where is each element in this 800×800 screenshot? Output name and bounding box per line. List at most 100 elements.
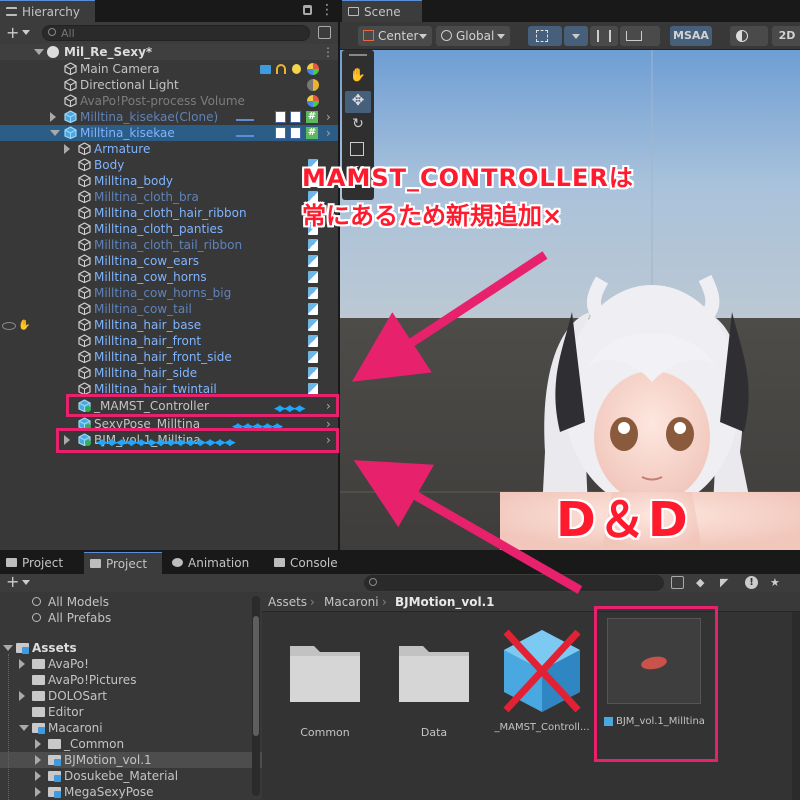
breadcrumb-separator: › — [310, 595, 315, 609]
scene-view[interactable]: ✋ ✥ ↻ — [340, 22, 800, 550]
hierarchy-row-label: Milltina_cloth_hair_ribbon — [94, 206, 247, 220]
drag-handle-icon[interactable] — [349, 54, 367, 56]
folder-icon — [32, 675, 45, 685]
hierarchy-row[interactable]: Milltina_cow_ears — [0, 253, 338, 269]
project-tree-row[interactable]: MegaSexyPose — [0, 784, 262, 800]
rotate-tool-icon[interactable]: ↻ — [348, 116, 368, 136]
search-filter-icon[interactable] — [318, 26, 331, 39]
project-tree-row[interactable]: Assets — [0, 640, 262, 656]
scale-tool-icon[interactable] — [350, 142, 364, 156]
ruler-dropdown[interactable] — [620, 26, 660, 46]
label-tag-icon[interactable]: ◤ — [720, 576, 728, 589]
fold-open-icon[interactable] — [19, 725, 29, 731]
hierarchy-row[interactable]: Milltina_cloth_panties — [0, 221, 338, 237]
fold-arrow-icon[interactable] — [34, 49, 44, 55]
project-tree-row[interactable]: All Prefabs — [0, 610, 262, 626]
hierarchy-row[interactable]: Milltina_hair_base — [0, 317, 338, 333]
project-tree-row[interactable]: _Common — [0, 736, 262, 752]
add-plus-icon[interactable]: + — [6, 23, 19, 42]
chevron-down-icon[interactable] — [22, 580, 30, 585]
tab-hierarchy[interactable]: Hierarchy — [0, 0, 95, 22]
filter-type-icon[interactable]: ◆ — [696, 576, 704, 589]
add-plus-icon[interactable]: + — [6, 572, 19, 591]
fold-open-icon[interactable] — [50, 130, 60, 136]
hierarchy-row[interactable]: Milltina_hair_front_side — [0, 349, 338, 365]
warning-icon[interactable]: ! — [745, 576, 758, 589]
project-tree-row[interactable]: DOLOSart — [0, 688, 262, 704]
folder-icon — [16, 643, 29, 654]
pick-hand-icon[interactable]: ✋ — [18, 320, 30, 332]
hand-tool-icon[interactable]: ✋ — [348, 68, 368, 88]
fold-closed-icon[interactable] — [19, 659, 25, 669]
hierarchy-row[interactable]: Main Camera — [0, 61, 338, 77]
mode-2d-button[interactable]: 2D — [772, 26, 800, 46]
hierarchy-row[interactable]: Milltina_cloth_hair_ribbon — [0, 205, 338, 221]
hierarchy-row[interactable]: Milltina_cloth_tail_ribbon — [0, 237, 338, 253]
project-tree-row[interactable]: Macaroni — [0, 720, 262, 736]
tab-console[interactable]: Console — [268, 552, 358, 574]
fold-open-icon[interactable] — [3, 645, 13, 651]
project-tree-row[interactable]: AvaPo! — [0, 656, 262, 672]
fold-closed-icon[interactable] — [35, 739, 41, 749]
project-search[interactable] — [364, 575, 664, 591]
kebab-menu-icon[interactable]: ⋮ — [322, 44, 334, 60]
tree-scrollbar[interactable] — [252, 596, 260, 796]
increment-snap-button[interactable] — [590, 26, 618, 46]
hierarchy-search[interactable] — [42, 25, 310, 41]
tab-project-2[interactable]: Project — [84, 552, 162, 574]
project-tree-row[interactable]: Dosukebe_Material — [0, 768, 262, 784]
fold-closed-icon[interactable] — [50, 112, 56, 122]
pivot-dropdown[interactable]: Center — [358, 26, 432, 46]
visibility-eye-icon[interactable] — [2, 322, 16, 330]
fold-closed-icon[interactable] — [35, 771, 41, 781]
hierarchy-row[interactable]: Milltina_body — [0, 173, 338, 189]
kebab-menu-icon[interactable]: ⋮ — [320, 2, 334, 18]
hierarchy-row[interactable]: Body — [0, 157, 338, 173]
hierarchy-panel: + Mil_Re_Sexy* ⋮ Main Camera Directional … — [0, 22, 339, 550]
hierarchy-row[interactable]: Milltina_cow_horns — [0, 269, 338, 285]
star-favorite-icon[interactable]: ★ — [770, 576, 780, 589]
tab-scene[interactable]: Scene — [342, 0, 422, 22]
asset-folder-data[interactable]: Data — [389, 638, 479, 739]
fold-closed-icon[interactable] — [19, 691, 25, 701]
project-tree-row[interactable]: BJMotion_vol.1 — [0, 752, 262, 768]
chevron-down-icon[interactable] — [22, 30, 30, 35]
breadcrumb-macaroni[interactable]: Macaroni — [324, 595, 379, 609]
project-tree-row[interactable]: All Models — [0, 594, 262, 610]
lock-icon[interactable] — [303, 5, 312, 15]
move-tool-icon[interactable]: ✥ — [345, 91, 371, 113]
hierarchy-row[interactable]: Milltina_kisekae(Clone) # › — [0, 109, 338, 125]
space-dropdown[interactable]: Global — [436, 26, 510, 46]
breadcrumb-bjmotion[interactable]: BJMotion_vol.1 — [395, 595, 495, 609]
hierarchy-row[interactable]: Milltina_kisekae # › — [0, 125, 338, 141]
hierarchy-row[interactable]: Milltina_cow_horns_big — [0, 285, 338, 301]
asset-prefab-mamst[interactable]: _MAMST_Controll... — [492, 626, 592, 738]
fold-closed-icon[interactable] — [35, 755, 41, 765]
gameobject-cube-icon — [78, 302, 91, 315]
shading-mode-dropdown[interactable] — [730, 26, 768, 46]
tab-animation[interactable]: Animation — [166, 552, 266, 574]
scrollbar-thumb[interactable] — [253, 616, 259, 736]
search-input[interactable] — [61, 26, 301, 40]
hierarchy-row[interactable]: Directional Light — [0, 77, 338, 93]
hierarchy-row[interactable]: Milltina_cow_tail — [0, 301, 338, 317]
grid-snap-button[interactable] — [528, 26, 562, 46]
grid-scrollbar[interactable] — [792, 612, 800, 800]
search-filter-icon[interactable] — [671, 576, 684, 589]
msaa-button[interactable]: MSAA — [670, 26, 712, 46]
scene-root-row[interactable]: Mil_Re_Sexy* ⋮ — [0, 44, 338, 60]
tab-project-1[interactable]: Project — [0, 552, 82, 574]
hierarchy-row[interactable]: Milltina_cloth_bra — [0, 189, 338, 205]
project-tree-row[interactable]: AvaPo!Pictures — [0, 672, 262, 688]
hierarchy-row[interactable]: Armature — [0, 141, 338, 157]
unity-editor: Hierarchy ⋮ Scene + Mil_Re_Sexy* ⋮ Main … — [0, 0, 800, 800]
hierarchy-row[interactable]: AvaPo!Post-process Volume — [0, 93, 338, 109]
hierarchy-row[interactable]: Milltina_hair_side — [0, 365, 338, 381]
breadcrumb-assets[interactable]: Assets — [268, 595, 307, 609]
project-tree-row[interactable]: Editor — [0, 704, 262, 720]
asset-folder-common[interactable]: Common — [280, 638, 370, 739]
fold-closed-icon[interactable] — [35, 787, 41, 797]
hierarchy-row[interactable]: Milltina_hair_front — [0, 333, 338, 349]
fold-closed-icon[interactable] — [64, 144, 70, 154]
snap-settings-button[interactable] — [564, 26, 588, 46]
